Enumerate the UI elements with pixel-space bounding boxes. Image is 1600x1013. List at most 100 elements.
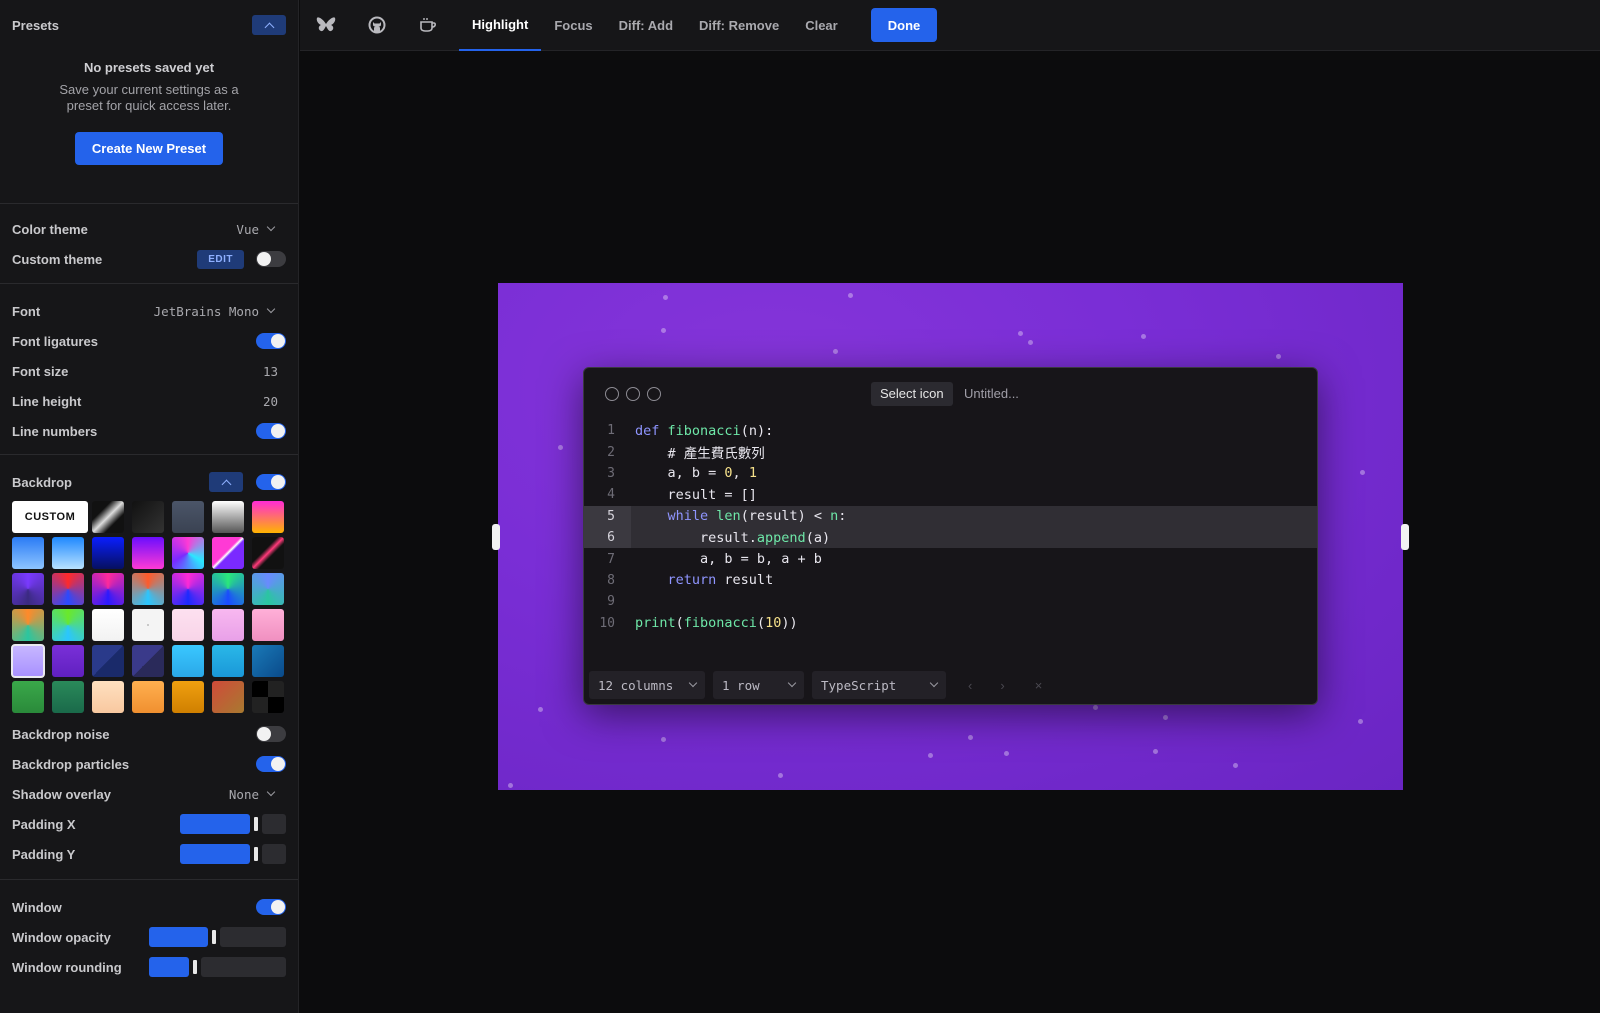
backdrop-swatch[interactable] [132,609,164,641]
backdrop-noise-toggle[interactable] [256,726,286,742]
backdrop-swatch[interactable] [172,609,204,641]
padding-y-slider[interactable] [180,844,286,864]
columns-select[interactable]: 12 columns [589,671,705,699]
font-ligatures-toggle[interactable] [256,333,286,349]
slider-thumb[interactable] [193,960,197,974]
backdrop-swatch[interactable] [92,645,124,677]
window-opacity-slider[interactable] [149,927,286,947]
code-line[interactable]: 5 while len(result) < n: [584,505,1317,527]
backdrop-swatch[interactable] [12,573,44,605]
backdrop-swatch[interactable] [92,537,124,569]
window-rounding-slider[interactable] [149,957,286,977]
slider-thumb[interactable] [212,930,216,944]
backdrop-swatch[interactable] [92,573,124,605]
code-line[interactable]: 6 result.append(a) [584,526,1317,549]
color-theme-select[interactable]: Vue [236,222,276,237]
backdrop-toggle[interactable] [256,474,286,490]
backdrop-swatch[interactable] [172,573,204,605]
window-toggle[interactable] [256,899,286,915]
backdrop-swatch[interactable] [172,681,204,713]
backdrop-swatch[interactable] [212,537,244,569]
code-line[interactable]: 9 [584,591,1317,612]
backdrop-swatch[interactable] [132,501,164,533]
done-button[interactable]: Done [870,8,938,42]
backdrop-particles-toggle[interactable] [256,756,286,772]
chevron-down-icon [787,678,797,688]
previous-icon[interactable]: ‹ [968,678,972,693]
slider-track [262,844,286,864]
code-line[interactable]: 10 print(fibonacci(10)) [584,613,1317,634]
line-height-input[interactable]: 20 [263,394,278,409]
github-icon[interactable] [351,0,402,51]
backdrop-swatch[interactable] [12,537,44,569]
slider-fill [180,814,251,834]
create-preset-button[interactable]: Create New Preset [74,132,224,165]
code-line[interactable]: 1 def fibonacci(n): [584,420,1317,441]
shadow-overlay-select[interactable]: None [229,787,276,802]
custom-theme-toggle[interactable] [256,251,286,267]
tab-focus[interactable]: Focus [541,0,605,51]
backdrop-swatch[interactable] [212,645,244,677]
backdrop-swatch[interactable] [172,645,204,677]
padding-x-slider[interactable] [180,814,286,834]
font-select[interactable]: JetBrains Mono [154,304,276,319]
slider-thumb[interactable] [254,847,259,861]
backdrop-swatch[interactable] [132,681,164,713]
backdrop-swatch[interactable] [252,609,284,641]
code-line[interactable]: 8 return result [584,570,1317,591]
resize-handle-right[interactable] [1401,524,1409,550]
backdrop-swatch[interactable] [132,537,164,569]
code-editor[interactable]: 1 def fibonacci(n): 2 # 產生費氏數列 3 a, b = 0, … [584,420,1317,634]
tab-diff-add[interactable]: Diff: Add [606,0,686,51]
close-icon[interactable]: × [1035,678,1043,693]
next-icon[interactable]: › [1000,678,1004,693]
resize-handle-left[interactable] [492,524,500,550]
backdrop-swatch[interactable] [132,573,164,605]
window-label: Window [12,899,62,915]
backdrop-swatch[interactable] [252,537,284,569]
language-select[interactable]: TypeScript [812,671,946,699]
backdrop-swatch[interactable] [92,609,124,641]
backdrop-swatch[interactable] [212,573,244,605]
presets-collapse-button[interactable] [252,15,286,35]
backdrop-swatch[interactable] [212,501,244,533]
tab-diff-remove[interactable]: Diff: Remove [686,0,792,51]
code-line[interactable]: 4 result = [] [584,484,1317,505]
backdrop-swatch[interactable] [52,537,84,569]
code-line[interactable]: 7 a, b = b, a + b [584,548,1317,569]
backdrop-swatch[interactable] [252,501,284,533]
butterfly-icon[interactable] [300,0,351,51]
backdrop-swatch[interactable] [12,681,44,713]
backdrop-swatch[interactable] [172,501,204,533]
coffee-cup-icon[interactable] [402,0,453,51]
window-title-input[interactable]: Untitled... [964,382,1019,406]
select-icon-button[interactable]: Select icon [871,382,953,406]
font-size-input[interactable]: 13 [263,364,278,379]
backdrop-collapse-button[interactable] [209,472,243,492]
backdrop-swatch[interactable] [52,681,84,713]
rows-select[interactable]: 1 row [713,671,804,699]
code-line[interactable]: 2 # 產生費氏數列 [584,441,1317,463]
backdrop-swatch[interactable] [252,645,284,677]
backdrop-swatch[interactable] [11,644,45,678]
edit-theme-button[interactable]: EDIT [197,249,244,269]
backdrop-swatch[interactable] [132,645,164,677]
line-numbers-toggle[interactable] [256,423,286,439]
backdrop-swatch[interactable] [12,609,44,641]
backdrop-swatch[interactable] [212,609,244,641]
backdrop-swatch[interactable] [252,681,284,713]
chevron-up-icon [264,22,274,32]
backdrop-swatch[interactable] [52,573,84,605]
backdrop-swatch[interactable] [252,573,284,605]
backdrop-swatch[interactable] [92,501,124,533]
code-line[interactable]: 3 a, b = 0, 1 [584,463,1317,484]
backdrop-swatch[interactable] [212,681,244,713]
tab-clear[interactable]: Clear [792,0,851,51]
backdrop-swatch[interactable] [92,681,124,713]
backdrop-swatch[interactable] [52,609,84,641]
tab-highlight[interactable]: Highlight [459,0,542,51]
backdrop-swatch[interactable] [172,537,204,569]
slider-thumb[interactable] [254,817,259,831]
backdrop-swatch[interactable] [52,645,84,677]
custom-backdrop-button[interactable]: CUSTOM [12,501,88,533]
